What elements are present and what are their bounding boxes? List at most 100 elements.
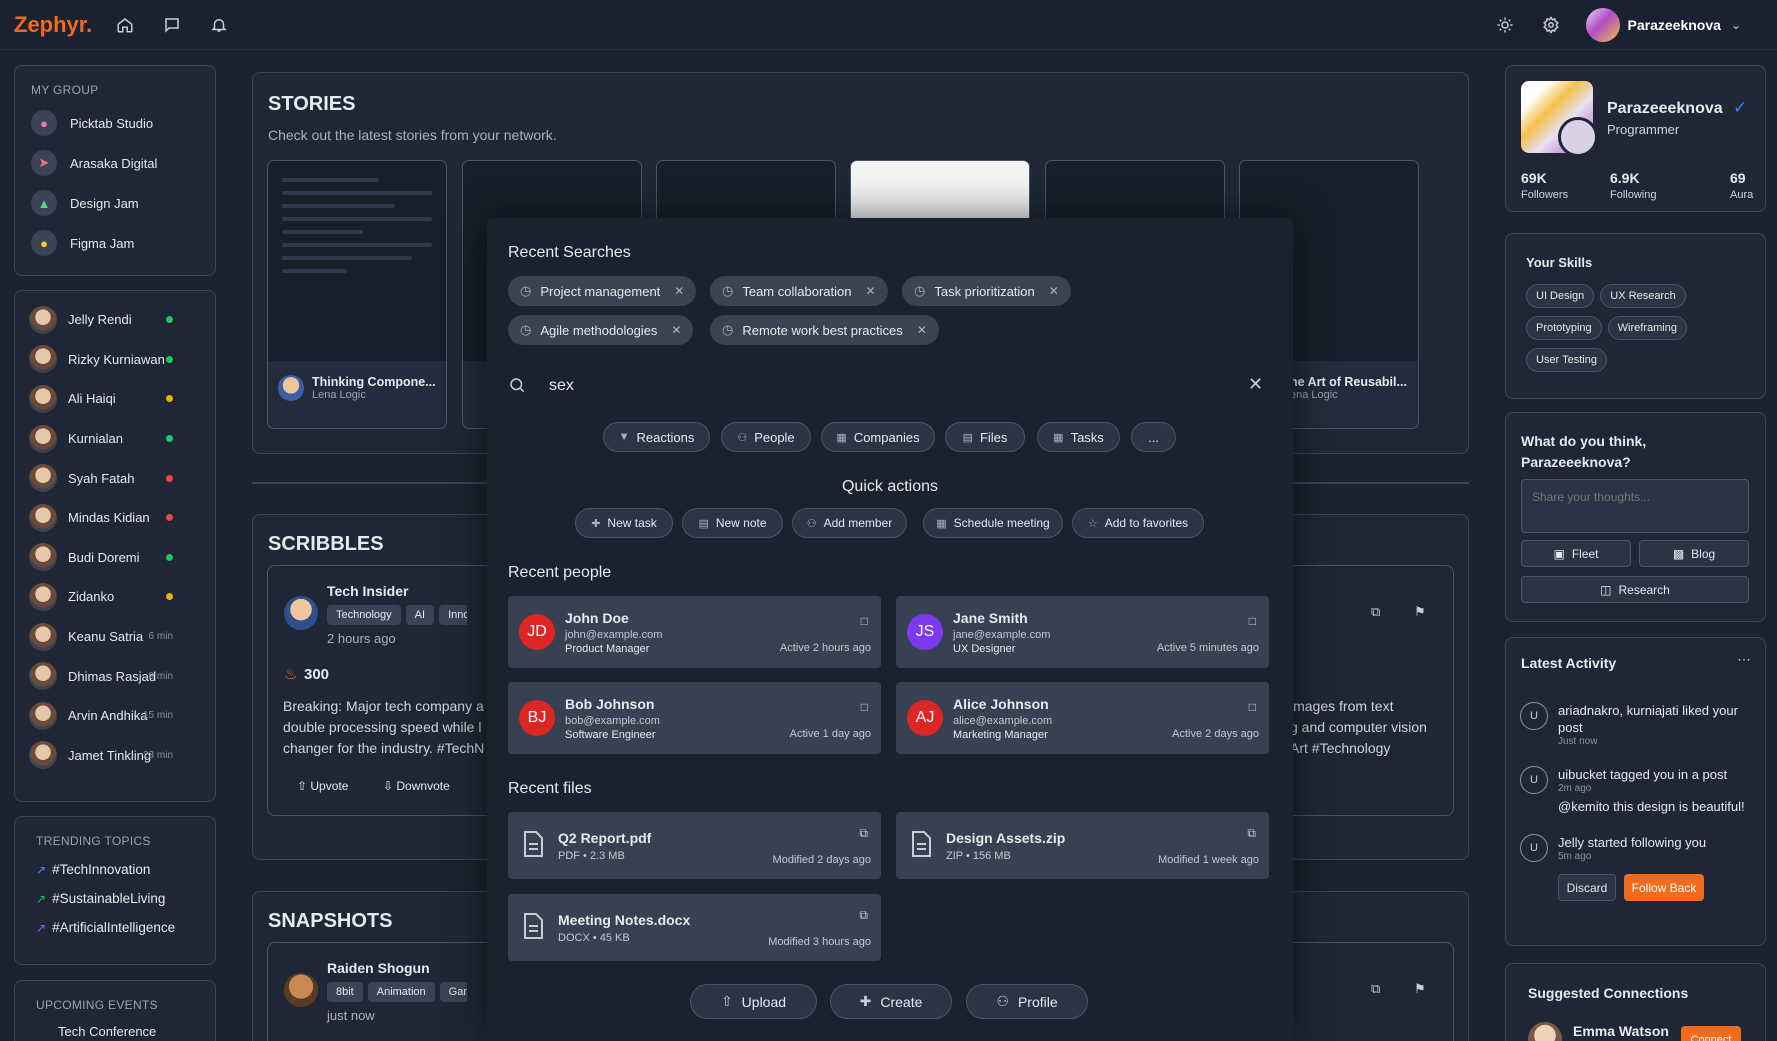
recent-search-chip[interactable]: ◷ Task prioritization ✕: [902, 276, 1071, 306]
recent-search-chip[interactable]: ◷ Project management ✕: [508, 276, 697, 306]
recent-search-chip[interactable]: ◷ Agile methodologies ✕: [508, 315, 694, 345]
person-card[interactable]: AJ Alice Johnson alice@example.com Marketin…: [896, 682, 1269, 754]
post-tag[interactable]: Innovat: [439, 605, 467, 625]
home-icon[interactable]: [114, 14, 136, 36]
trend-item[interactable]: ↗ #ArtificialIntelligence: [36, 913, 194, 942]
people-item[interactable]: Jamet Tinkling 23 min: [29, 736, 201, 776]
group-item-design-jam[interactable]: ▲ Design Jam: [31, 183, 199, 223]
chat-icon[interactable]: [161, 14, 183, 36]
schedule-meeting-button[interactable]: ▦ Schedule meeting: [923, 508, 1063, 538]
people-item[interactable]: Syah Fatah: [29, 458, 201, 498]
post-tag[interactable]: Animation: [367, 982, 435, 1002]
filter-people[interactable]: ⚇ People: [721, 422, 811, 452]
share-icon[interactable]: ⧉: [859, 826, 868, 841]
chevron-down-icon[interactable]: ⌄: [1731, 18, 1741, 32]
filter-files[interactable]: ▤ Files: [945, 422, 1025, 452]
post-author[interactable]: Tech Insider: [327, 583, 408, 599]
person-card[interactable]: JS Jane Smith jane@example.com UX Designer A…: [896, 596, 1269, 668]
bookmark-icon[interactable]: ⚑: [1414, 604, 1426, 620]
people-item[interactable]: Ali Haiqi: [29, 379, 201, 419]
people-item[interactable]: Budi Doremi: [29, 538, 201, 578]
post-author[interactable]: Raiden Shogun: [327, 960, 430, 976]
upload-button[interactable]: ⇧ Upload: [690, 984, 817, 1019]
following-count[interactable]: 6.9K: [1610, 170, 1640, 186]
close-icon[interactable]: ✕: [865, 284, 875, 298]
clear-search-icon[interactable]: ✕: [1248, 374, 1263, 395]
create-button[interactable]: ✚ Create: [830, 984, 952, 1019]
message-icon[interactable]: □: [861, 700, 868, 714]
recent-search-chip[interactable]: ◷ Team collaboration ✕: [710, 276, 888, 306]
blog-button[interactable]: ▩ Blog: [1639, 540, 1749, 567]
followers-count[interactable]: 69K: [1521, 170, 1547, 186]
profile-name[interactable]: Parazeeeknova: [1607, 100, 1723, 118]
file-card[interactable]: Meeting Notes.docx DOCX • 45 KB Modified 3…: [508, 894, 881, 961]
person-card[interactable]: JD John Doe john@example.com Product Manage…: [508, 596, 881, 668]
message-icon[interactable]: □: [1249, 700, 1256, 714]
people-item[interactable]: Keanu Satria 6 min: [29, 617, 201, 657]
story-card[interactable]: Thinking Compone... Lena Logic: [267, 160, 447, 429]
file-card[interactable]: Design Assets.zip ZIP • 156 MB Modified 1 …: [896, 812, 1269, 879]
skill-tag[interactable]: Prototyping: [1526, 316, 1602, 340]
event-item[interactable]: Tech Conference: [36, 1024, 194, 1039]
add-member-button[interactable]: ⚇ Add member: [792, 508, 907, 538]
user-name[interactable]: Parazeeknova: [1628, 17, 1721, 33]
fleet-button[interactable]: ▣ Fleet: [1521, 540, 1631, 567]
trend-item[interactable]: ↗ #TechInnovation: [36, 855, 194, 884]
people-item[interactable]: Zidanko: [29, 577, 201, 617]
skill-tag[interactable]: UI Design: [1526, 284, 1595, 308]
share-icon[interactable]: ⧉: [1371, 604, 1380, 620]
filter-companies[interactable]: ▦ Companies: [821, 422, 935, 452]
bell-icon[interactable]: [208, 14, 230, 36]
close-icon[interactable]: ✕: [674, 284, 684, 298]
people-item[interactable]: Rizky Kurniawan: [29, 340, 201, 380]
people-item[interactable]: Kurnialan: [29, 419, 201, 459]
share-icon[interactable]: ⧉: [859, 908, 868, 923]
research-button[interactable]: ◫ Research: [1521, 576, 1749, 603]
people-item[interactable]: Mindas Kidian: [29, 498, 201, 538]
close-icon[interactable]: ✕: [1049, 284, 1059, 298]
follow-back-button[interactable]: Follow Back: [1624, 874, 1704, 901]
group-item-arasaka[interactable]: ➤ Arasaka Digital: [31, 143, 199, 183]
downvote-button[interactable]: ⇩ Downvote: [383, 779, 450, 793]
user-avatar[interactable]: [1585, 8, 1620, 42]
group-item-picktab[interactable]: ● Picktab Studio: [31, 103, 199, 143]
activity-item[interactable]: Uuibucket tagged you in a post 2m ago @kem…: [1520, 766, 1748, 815]
filter-tasks[interactable]: ▦ Tasks: [1037, 422, 1120, 452]
activity-item[interactable]: U Jelly started following you 5m ago: [1520, 834, 1748, 862]
message-icon[interactable]: □: [1249, 614, 1256, 628]
people-item[interactable]: Arvin Andhika 15 min: [29, 696, 201, 736]
people-item[interactable]: Jelly Rendi: [29, 300, 201, 340]
filter-reactions[interactable]: ▼ Reactions: [603, 422, 710, 452]
add-to-favorites-button[interactable]: ☆ Add to favorites: [1072, 508, 1204, 538]
skill-tag[interactable]: Wireframing: [1607, 316, 1687, 340]
recent-search-chip[interactable]: ◷ Remote work best practices ✕: [710, 315, 939, 345]
new-task-button[interactable]: ✚ New task: [575, 508, 673, 538]
share-icon[interactable]: ⧉: [1247, 826, 1256, 841]
group-item-figma-jam[interactable]: ● Figma Jam: [31, 223, 199, 263]
message-icon[interactable]: □: [861, 614, 868, 628]
compose-input[interactable]: [1521, 479, 1749, 533]
share-icon[interactable]: ⧉: [1371, 981, 1380, 997]
file-card[interactable]: Q2 Report.pdf PDF • 2.3 MB Modified 2 days…: [508, 812, 881, 879]
skill-tag[interactable]: UX Research: [1600, 284, 1686, 308]
person-card[interactable]: BJ Bob Johnson bob@example.com Software Eng…: [508, 682, 881, 754]
close-icon[interactable]: ✕: [917, 323, 927, 337]
post-tag[interactable]: Games: [439, 982, 467, 1002]
connect-button[interactable]: Connect: [1681, 1026, 1741, 1041]
suggested-name[interactable]: Emma Watson: [1573, 1023, 1669, 1039]
profile-button[interactable]: ⚇ Profile: [966, 984, 1088, 1019]
discard-button[interactable]: Discard: [1558, 874, 1616, 901]
more-filters-button[interactable]: ...: [1131, 422, 1176, 452]
people-item[interactable]: Dhimas Rasjad 9 min: [29, 656, 201, 696]
trend-item[interactable]: ↗ #SustainableLiving: [36, 884, 194, 913]
close-icon[interactable]: ✕: [671, 323, 681, 337]
bookmark-icon[interactable]: ⚑: [1414, 981, 1426, 997]
post-tag[interactable]: 8bit: [327, 982, 363, 1002]
post-tag[interactable]: Technology: [327, 605, 401, 625]
sun-icon[interactable]: [1494, 14, 1516, 36]
post-tag[interactable]: AI: [405, 605, 435, 625]
activity-item[interactable]: Uariadnakro, kurniajati liked your post J…: [1520, 702, 1748, 747]
logo[interactable]: Zephyr.: [14, 12, 92, 38]
upvote-button[interactable]: ⇧ Upvote: [297, 779, 348, 793]
skill-tag[interactable]: User Testing: [1526, 348, 1607, 372]
